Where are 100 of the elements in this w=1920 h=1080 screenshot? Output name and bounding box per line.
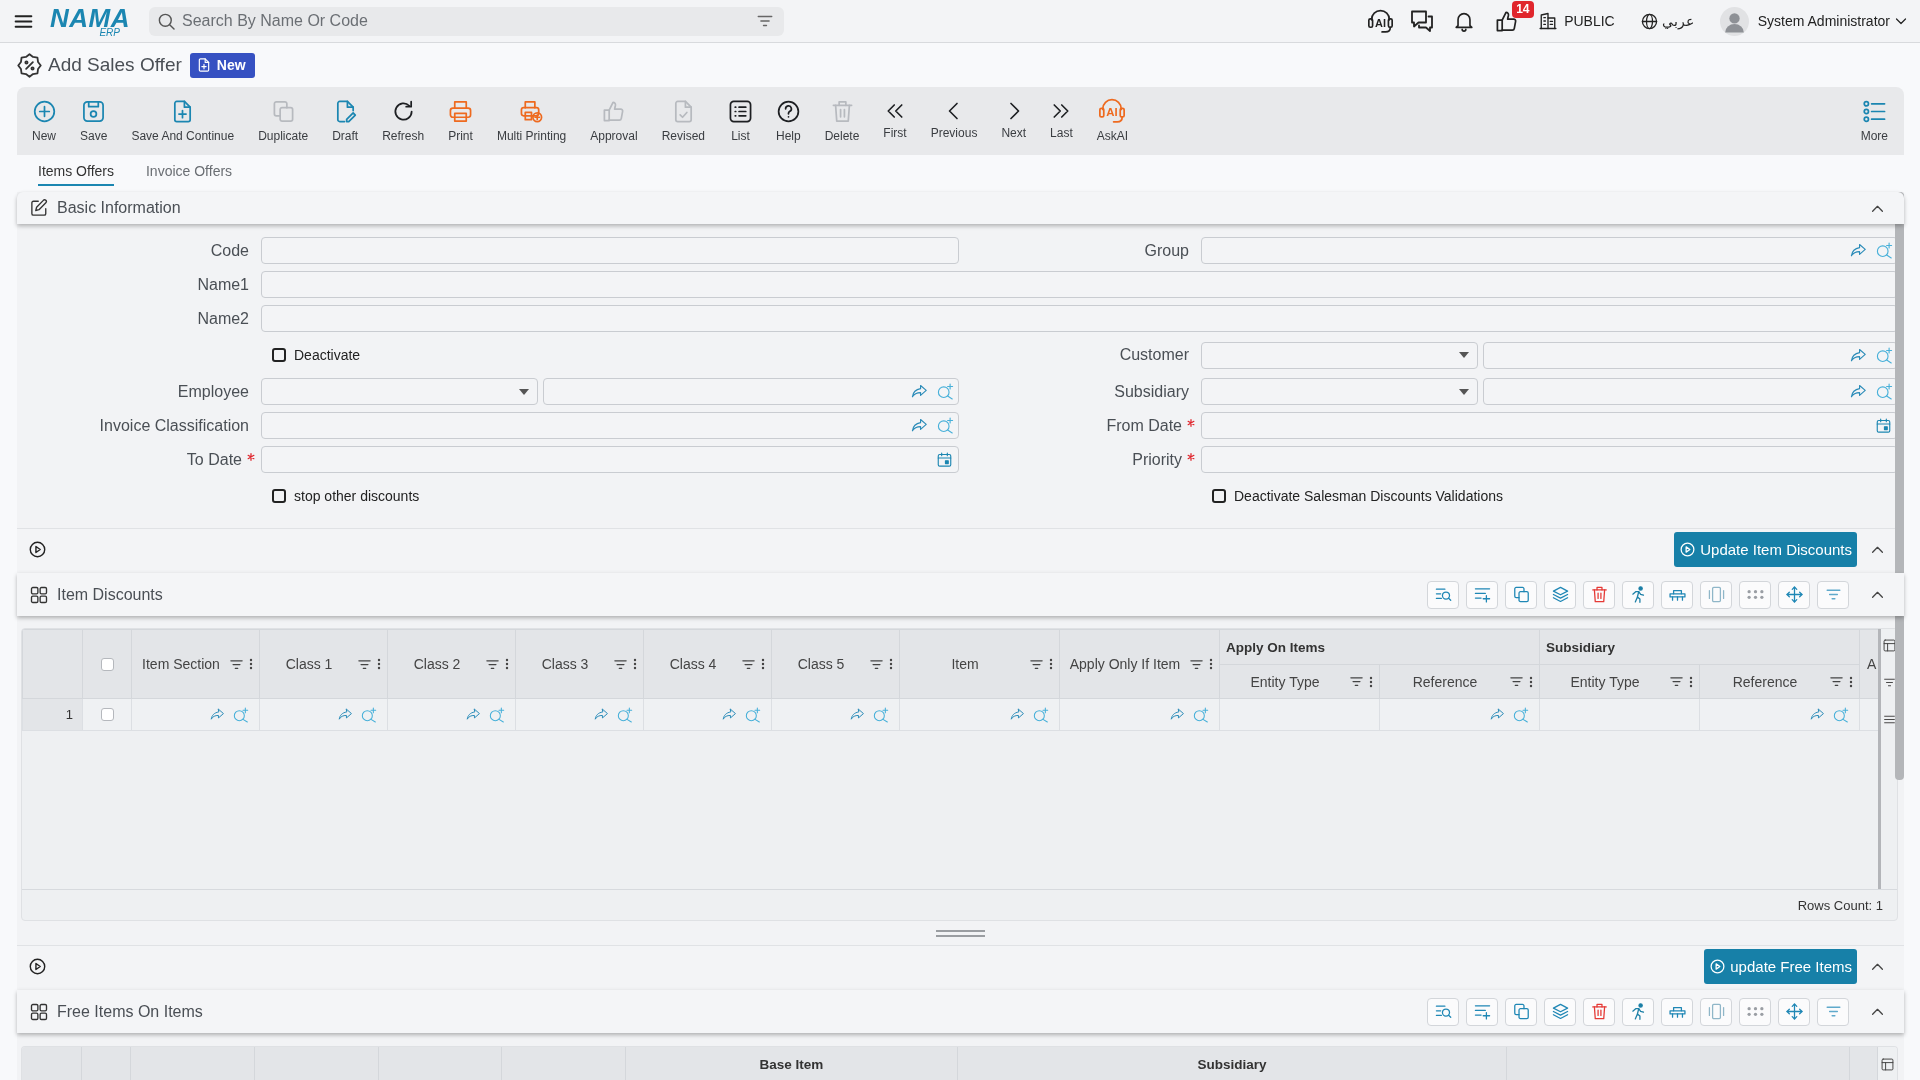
bell-icon[interactable] [1453, 10, 1476, 32]
grid-tool-button[interactable] [1427, 580, 1459, 609]
table-cell[interactable] [899, 698, 1060, 731]
date-field[interactable] [1201, 412, 1898, 439]
lookup-field[interactable] [1483, 378, 1898, 405]
share-arrow-icon[interactable] [1850, 346, 1867, 364]
thumbs-up-icon[interactable] [1495, 9, 1519, 33]
grid-tool-button[interactable] [1583, 997, 1615, 1026]
search-plus-icon[interactable] [1033, 706, 1049, 723]
table-cell[interactable] [515, 698, 644, 731]
grid-tool-button[interactable] [1661, 580, 1693, 609]
table-cell[interactable] [643, 698, 772, 731]
grid-tool-button[interactable] [1622, 580, 1654, 609]
toolbar-button[interactable]: Save And Continue [119, 87, 247, 155]
share-arrow-icon[interactable] [594, 707, 609, 722]
toolbar-button[interactable]: Refresh [370, 87, 437, 155]
toolbar-button[interactable]: AI AskAI [1084, 87, 1141, 155]
checkbox-label[interactable]: Deactivate [294, 347, 361, 363]
resize-handle[interactable] [936, 929, 985, 937]
kebab-menu-icon[interactable] [1689, 675, 1693, 688]
share-arrow-icon[interactable] [911, 383, 928, 400]
grid-tool-button[interactable] [1505, 997, 1537, 1026]
dropdown-field[interactable] [1201, 341, 1478, 369]
table-cell[interactable] [131, 698, 260, 731]
grid-tool-button[interactable] [1739, 997, 1771, 1026]
share-arrow-icon[interactable] [722, 707, 737, 722]
search-plus-icon[interactable] [1876, 346, 1893, 364]
kebab-menu-icon[interactable] [1209, 658, 1213, 670]
toolbar-button[interactable]: First [871, 87, 919, 155]
play-circle-icon[interactable] [29, 958, 46, 975]
share-arrow-icon[interactable] [1810, 707, 1825, 722]
checkbox[interactable] [1212, 489, 1226, 503]
grid-tool-button[interactable] [1427, 997, 1459, 1026]
tab[interactable]: Items Offers [38, 155, 114, 186]
search-plus-icon[interactable] [1876, 242, 1893, 259]
menu-icon[interactable] [1882, 713, 1896, 726]
text-field[interactable] [261, 237, 959, 264]
search-field[interactable]: Search By Name Or Code [149, 6, 784, 36]
toolbar-button[interactable]: Last [1038, 87, 1085, 155]
table-cell[interactable] [1539, 698, 1700, 731]
grid-tool-button[interactable] [1817, 580, 1849, 609]
share-arrow-icon[interactable] [466, 707, 481, 722]
search-plus-icon[interactable] [1193, 706, 1209, 723]
text-field[interactable] [1201, 446, 1898, 473]
search-plus-icon[interactable] [1513, 706, 1529, 723]
filter-lines-icon[interactable] [1509, 674, 1524, 689]
table-cell[interactable] [387, 698, 516, 731]
grid-tool-button[interactable] [1778, 580, 1810, 609]
toolbar-button[interactable]: Help [764, 87, 813, 155]
kebab-menu-icon[interactable] [1529, 675, 1533, 688]
table-cell[interactable] [1059, 698, 1220, 731]
share-arrow-icon[interactable] [1170, 707, 1185, 722]
grid-tool-button[interactable] [1544, 997, 1576, 1026]
table-cell[interactable] [1219, 698, 1380, 731]
search-plus-icon[interactable] [937, 383, 954, 400]
table-cell[interactable] [1379, 698, 1540, 731]
toolbar-button[interactable]: Save [68, 87, 120, 155]
grid-tool-button[interactable] [1817, 997, 1849, 1026]
kebab-menu-icon[interactable] [1369, 675, 1373, 688]
checkbox[interactable] [272, 489, 286, 503]
grid-tool-button[interactable] [1466, 997, 1498, 1026]
table-cell[interactable] [771, 698, 900, 731]
search-plus-icon[interactable] [937, 417, 954, 434]
kebab-menu-icon[interactable] [889, 658, 893, 670]
grid-tool-button[interactable] [1505, 580, 1537, 609]
language-link[interactable]: عربي [1661, 13, 1694, 29]
search-plus-icon[interactable] [1876, 383, 1893, 400]
kebab-menu-icon[interactable] [1049, 658, 1053, 670]
table-cell[interactable] [259, 698, 388, 731]
lookup-field[interactable] [1483, 341, 1898, 369]
toolbar-button[interactable]: Multi Printing [484, 87, 579, 155]
kebab-menu-icon[interactable] [633, 658, 637, 670]
grid-tool-button[interactable] [1583, 580, 1615, 609]
filter-lines-icon[interactable] [1829, 674, 1844, 689]
grid-tool-button[interactable] [1661, 997, 1693, 1026]
tab[interactable]: Invoice Offers [146, 155, 233, 186]
text-field[interactable] [261, 271, 1898, 298]
kebab-menu-icon[interactable] [249, 658, 253, 670]
share-arrow-icon[interactable] [1490, 707, 1505, 722]
toolbar-button[interactable]: Next [989, 87, 1039, 155]
checkbox-label[interactable]: stop other discounts [294, 488, 420, 504]
dropdown-field[interactable] [261, 378, 538, 405]
update-button[interactable]: update Free Items [1704, 949, 1857, 984]
grid-tool-button[interactable] [1700, 997, 1732, 1026]
search-plus-icon[interactable] [361, 706, 377, 723]
share-arrow-icon[interactable] [1850, 242, 1867, 259]
search-plus-icon[interactable] [489, 706, 505, 723]
kebab-menu-icon[interactable] [377, 658, 381, 670]
grid-tool-button[interactable] [1778, 997, 1810, 1026]
share-arrow-icon[interactable] [850, 707, 865, 722]
search-plus-icon[interactable] [873, 706, 889, 723]
kebab-menu-icon[interactable] [505, 658, 509, 670]
checkbox[interactable] [272, 348, 286, 362]
kebab-menu-icon[interactable] [1849, 675, 1853, 688]
grid-tool-button[interactable] [1622, 997, 1654, 1026]
lookup-field[interactable] [261, 412, 959, 439]
toolbar-button[interactable]: Draft [320, 87, 371, 155]
filter-lines-icon[interactable] [1349, 674, 1364, 689]
share-arrow-icon[interactable] [338, 707, 353, 722]
toolbar-button[interactable]: More [1848, 87, 1900, 155]
